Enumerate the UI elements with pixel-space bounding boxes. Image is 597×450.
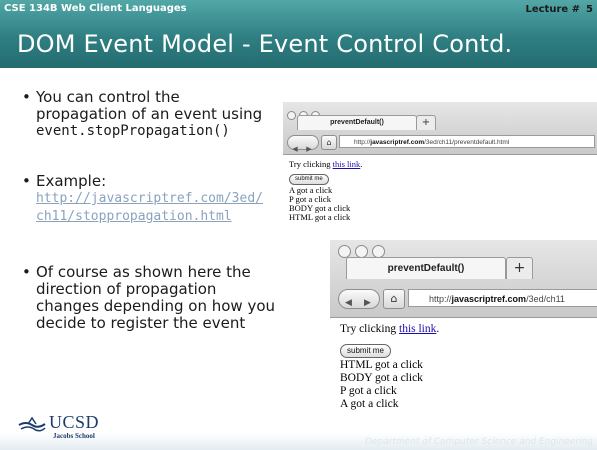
browser-window-capture: preventDefault() + ◀ ▶ ⌂ http://javascrip… [330,240,597,418]
bullet-direction: • Of course as shown here the direction … [22,264,287,332]
history-nav: ◀ ▶ [338,289,380,309]
instruction-text: Try clicking [289,159,333,169]
log-line: HTML got a click [289,212,351,222]
bullet-line: changes depending on how you [36,297,276,315]
submit-button[interactable]: submit me [289,174,329,185]
bullet-example: • Example: http://javascriptref.com/3ed/… [22,173,287,226]
forward-icon[interactable]: ▶ [302,143,316,156]
bullet-dot: • [22,263,31,281]
page-content: Try clicking this link. submit me HTML g… [330,323,597,411]
back-icon[interactable]: ◀ [288,143,302,156]
log-line: A got a click [289,185,333,195]
ucsd-logo: UCSD Jacobs School [18,412,128,446]
bullet-line: decide to register the event [36,314,246,332]
instruction-period: . [360,159,363,169]
test-link[interactable]: this link [333,159,361,169]
lecture-indicator: Lecture # 5 [525,4,593,15]
instruction-line: Try clicking this link. [289,160,597,169]
url-domain: javascriptref.com [451,294,527,304]
code-snippet: event.stopPropagation() [36,123,230,139]
close-window-icon[interactable] [287,111,296,120]
submit-button[interactable]: submit me [340,344,391,358]
instruction-period: . [436,323,440,335]
url-path: /3ed/ch11/preventdefault.html [424,139,510,146]
lecture-label: Lecture # [525,4,581,15]
new-tab-button[interactable]: + [506,257,533,279]
browser-toolbar: preventDefault() + ◀ ▶ ⌂ http://javascrip… [330,240,597,318]
header-bar: CSE 134B Web Client Languages Lecture # 5… [0,0,597,68]
home-icon[interactable]: ⌂ [321,135,337,150]
browser-tab[interactable]: preventDefault() [346,257,506,279]
browser-window-bubble: preventDefault() + ◀ ▶ ⌂ http://javascrip… [283,102,597,246]
forward-icon[interactable]: ▶ [358,294,377,312]
bullet-dot: • [22,172,31,190]
example-link[interactable]: http://javascriptref.com/3ed/ [36,190,287,208]
trident-icon [18,416,46,432]
log-line: A got a click [340,398,399,410]
log-line: HTML got a click [340,359,423,371]
address-bar[interactable]: http://javascriptref.com/3ed/ch11/preven… [339,135,595,148]
example-link[interactable]: ch11/stoppropagation.html [36,208,287,226]
url-domain: javascriptref.com [370,139,425,146]
bullet-dot: • [22,88,31,106]
slide: CSE 134B Web Client Languages Lecture # 5… [0,0,597,450]
bullet-label: Example: [36,172,107,190]
log-line: P got a click [340,385,397,397]
log-line: BODY got a click [340,372,423,384]
bullet-stop-propagation: • You can control the propagation of an … [22,89,287,140]
logo-text: UCSD [49,412,100,432]
new-tab-button[interactable]: + [416,115,436,130]
lecture-number: 5 [586,4,593,15]
department-label: Department of Computer Science and Engin… [364,437,593,447]
url-prefix: http:// [354,139,371,146]
slide-title: DOM Event Model - Event Control Contd. [17,30,513,58]
bullet-line: You can control the [36,88,180,106]
instruction-line: Try clicking this link. [340,323,597,336]
browser-tab[interactable]: preventDefault() [297,115,417,130]
course-label: CSE 134B Web Client Languages [4,3,187,14]
bullet-line: propagation of an event using [36,105,263,123]
test-link[interactable]: this link [399,323,436,335]
bullet-line: direction of propagation [36,280,217,298]
address-bar[interactable]: http://javascriptref.com/3ed/ch11 [408,289,597,307]
history-nav: ◀ ▶ [287,135,319,153]
home-icon[interactable]: ⌂ [383,289,405,309]
url-prefix: http:// [429,294,452,304]
instruction-text: Try clicking [340,323,399,335]
browser-toolbar: preventDefault() + ◀ ▶ ⌂ http://javascrip… [283,102,597,155]
page-content: Try clicking this link. submit me A got … [283,160,597,222]
back-icon[interactable]: ◀ [339,294,358,312]
logo-subtext: Jacobs School [53,432,95,440]
bullet-line: Of course as shown here the [36,263,251,281]
url-path: /3ed/ch11 [526,294,565,304]
